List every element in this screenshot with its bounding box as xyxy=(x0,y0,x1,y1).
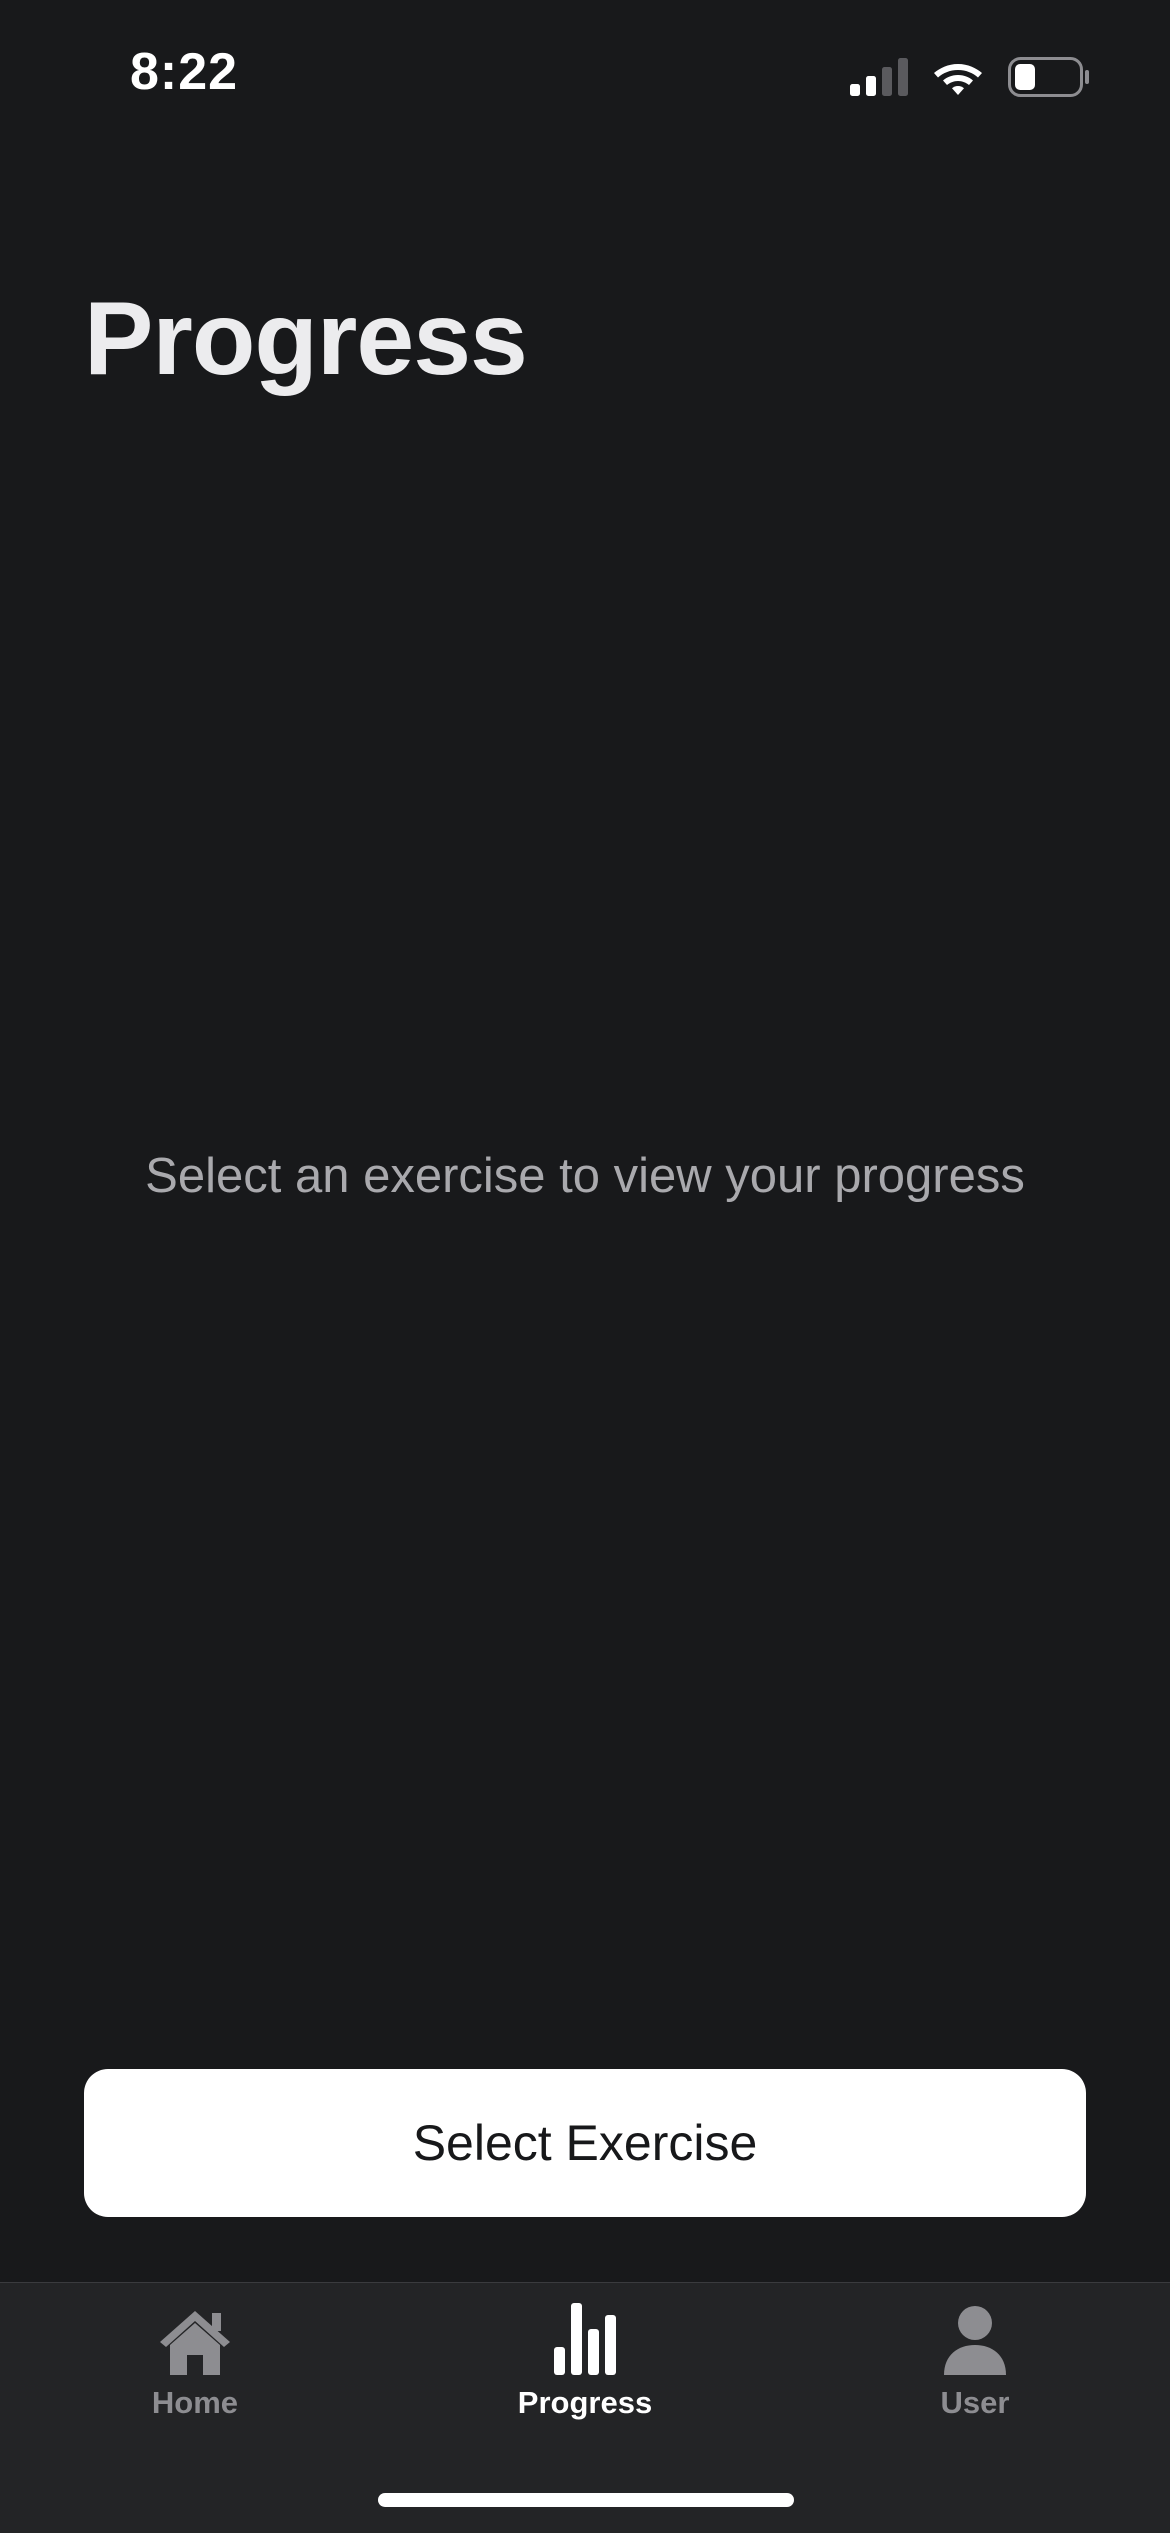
wifi-icon xyxy=(934,64,982,95)
status-icons xyxy=(850,54,1090,100)
tab-progress-label: Progress xyxy=(517,2385,653,2420)
tab-user[interactable]: User xyxy=(845,2303,1105,2423)
home-icon xyxy=(155,2303,235,2375)
tab-progress[interactable]: Progress xyxy=(455,2303,715,2423)
signal-icon xyxy=(850,58,908,96)
tab-home-label: Home xyxy=(151,2385,239,2420)
tab-bar: Home Progress User xyxy=(0,2282,1170,2533)
status-time: 8:22 xyxy=(130,43,239,101)
tab-user-label: User xyxy=(940,2385,1010,2420)
select-exercise-button[interactable]: Select Exercise xyxy=(84,2069,1086,2217)
empty-state-message: Select an exercise to view your progress xyxy=(145,1149,1025,1203)
home-indicator[interactable] xyxy=(378,2493,794,2507)
bar-chart-icon xyxy=(545,2303,625,2375)
user-icon xyxy=(935,2303,1015,2375)
battery-icon xyxy=(1008,57,1089,97)
tab-home[interactable]: Home xyxy=(65,2303,325,2423)
status-bar: 8:22 xyxy=(0,0,1170,150)
page-title: Progress xyxy=(84,280,528,397)
select-exercise-label: Select Exercise xyxy=(412,2115,758,2171)
